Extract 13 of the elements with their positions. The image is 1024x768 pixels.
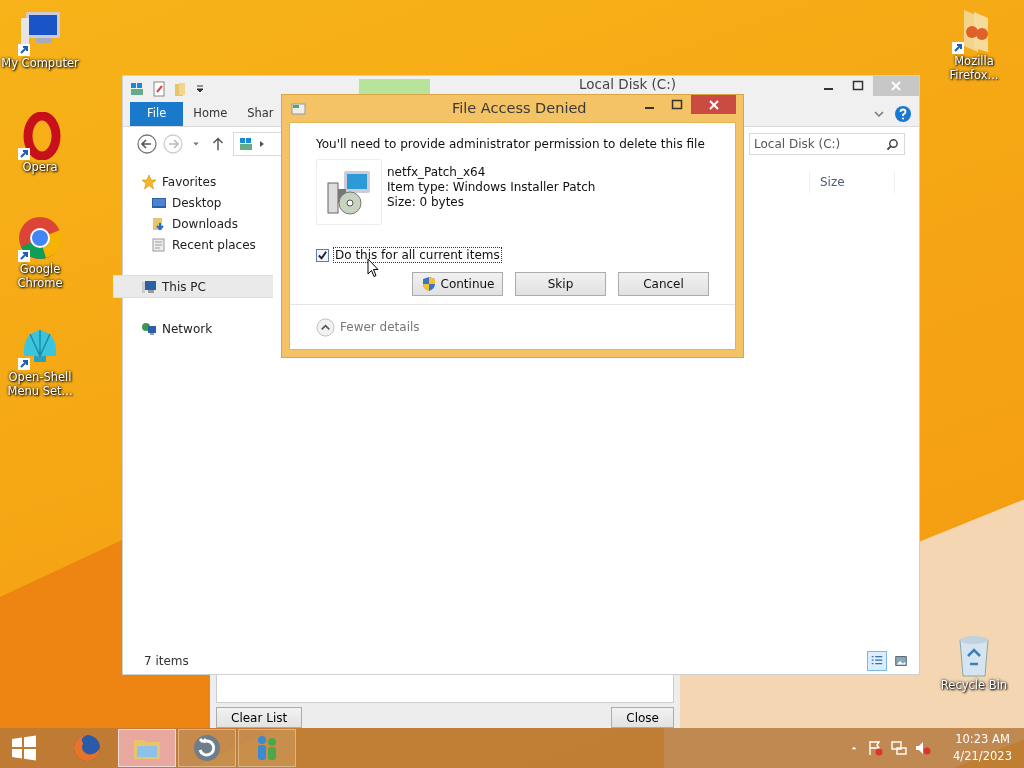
icon-label: Mozilla Firefox...	[948, 54, 1000, 82]
status-text: 7 items	[144, 654, 189, 668]
window-title: Local Disk (C:)	[579, 76, 677, 92]
dialog-title: File Access Denied	[452, 100, 587, 116]
icon-label: Recycle Bin	[940, 678, 1008, 692]
icon-label: My Computer	[1, 56, 79, 70]
file-name: netfx_Patch_x64	[387, 165, 487, 179]
icon-label: Open-Shell Menu Set...	[6, 370, 74, 398]
file-type: Item type: Windows Installer Patch	[387, 180, 596, 194]
icon-label: Google Chrome	[16, 262, 64, 290]
file-size: Size: 0 bytes	[387, 195, 465, 209]
icon-label: Opera	[22, 160, 58, 174]
dialog-message: You'll need to provide administrator permission to delete this file	[316, 137, 706, 151]
